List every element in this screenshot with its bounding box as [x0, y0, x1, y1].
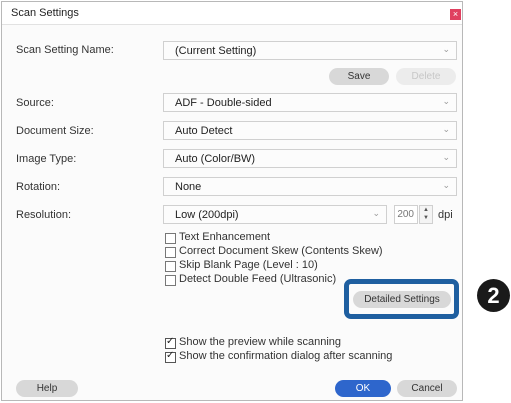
show-confirmation-label: Show the confirmation dialog after scann… — [179, 350, 393, 362]
document-size-label: Document Size: — [16, 125, 94, 137]
callout-number-badge: 2 — [477, 279, 510, 312]
title-bar: Scan Settings × — [2, 2, 462, 25]
document-size-select[interactable]: Auto Detect ⌄ — [163, 121, 457, 140]
correct-skew-checkbox[interactable] — [165, 247, 176, 258]
resolution-label: Resolution: — [16, 209, 72, 221]
resolution-value: Low (200dpi) — [175, 209, 239, 221]
chevron-down-icon: ⌄ — [442, 96, 450, 106]
chevron-down-icon: ⌄ — [442, 180, 450, 190]
image-type-select[interactable]: Auto (Color/BW) ⌄ — [163, 149, 457, 168]
rotation-select[interactable]: None ⌄ — [163, 177, 457, 196]
image-type-value: Auto (Color/BW) — [175, 153, 256, 165]
save-button[interactable]: Save — [329, 68, 389, 85]
source-select[interactable]: ADF - Double-sided ⌄ — [163, 93, 457, 112]
spinner-arrows-icon[interactable]: ▲ ▼ — [419, 205, 433, 224]
chevron-down-icon: ⌄ — [372, 208, 380, 218]
show-confirmation-checkbox[interactable]: ✓ — [165, 350, 176, 363]
rotation-label: Rotation: — [16, 181, 61, 193]
close-button[interactable]: × — [450, 9, 461, 20]
delete-button[interactable]: Delete — [396, 68, 456, 85]
skip-blank-page-label: Skip Blank Page (Level : 10) — [179, 259, 318, 271]
document-size-value: Auto Detect — [175, 125, 233, 137]
resolution-select[interactable]: Low (200dpi) ⌄ — [163, 205, 387, 224]
scan-setting-name-select[interactable]: (Current Setting) ⌄ — [163, 41, 457, 60]
chevron-down-icon: ⌄ — [442, 44, 450, 54]
scan-setting-name-value: (Current Setting) — [175, 45, 257, 57]
resolution-number-input[interactable]: 200 — [394, 205, 418, 224]
detect-double-feed-label: Detect Double Feed (Ultrasonic) — [179, 273, 337, 285]
checkmark-icon: ✓ — [166, 350, 175, 361]
resolution-number: 200 — [397, 209, 414, 220]
chevron-down-icon: ⌄ — [442, 152, 450, 162]
text-enhancement-label: Text Enhancement — [179, 231, 271, 243]
checkmark-icon: ✓ — [166, 336, 175, 347]
skip-blank-page-checkbox[interactable] — [165, 261, 176, 272]
detect-double-feed-checkbox[interactable] — [165, 275, 176, 286]
show-preview-label: Show the preview while scanning — [179, 336, 342, 348]
detailed-settings-button[interactable]: Detailed Settings — [353, 291, 451, 308]
image-type-label: Image Type: — [16, 153, 77, 165]
source-label: Source: — [16, 97, 54, 109]
scan-settings-window: Scan Settings × Scan Setting Name: (Curr… — [1, 1, 463, 401]
window-title: Scan Settings — [11, 7, 79, 19]
help-button[interactable]: Help — [16, 380, 78, 397]
rotation-value: None — [175, 181, 202, 193]
show-preview-checkbox[interactable]: ✓ — [165, 336, 176, 349]
ok-button[interactable]: OK — [335, 380, 391, 397]
resolution-unit: dpi — [438, 209, 453, 221]
correct-skew-label: Correct Document Skew (Contents Skew) — [179, 245, 383, 257]
source-value: ADF - Double-sided — [175, 97, 272, 109]
text-enhancement-checkbox[interactable] — [165, 233, 176, 244]
scan-setting-name-label: Scan Setting Name: — [16, 44, 114, 56]
chevron-down-icon: ⌄ — [442, 124, 450, 134]
cancel-button[interactable]: Cancel — [397, 380, 457, 397]
